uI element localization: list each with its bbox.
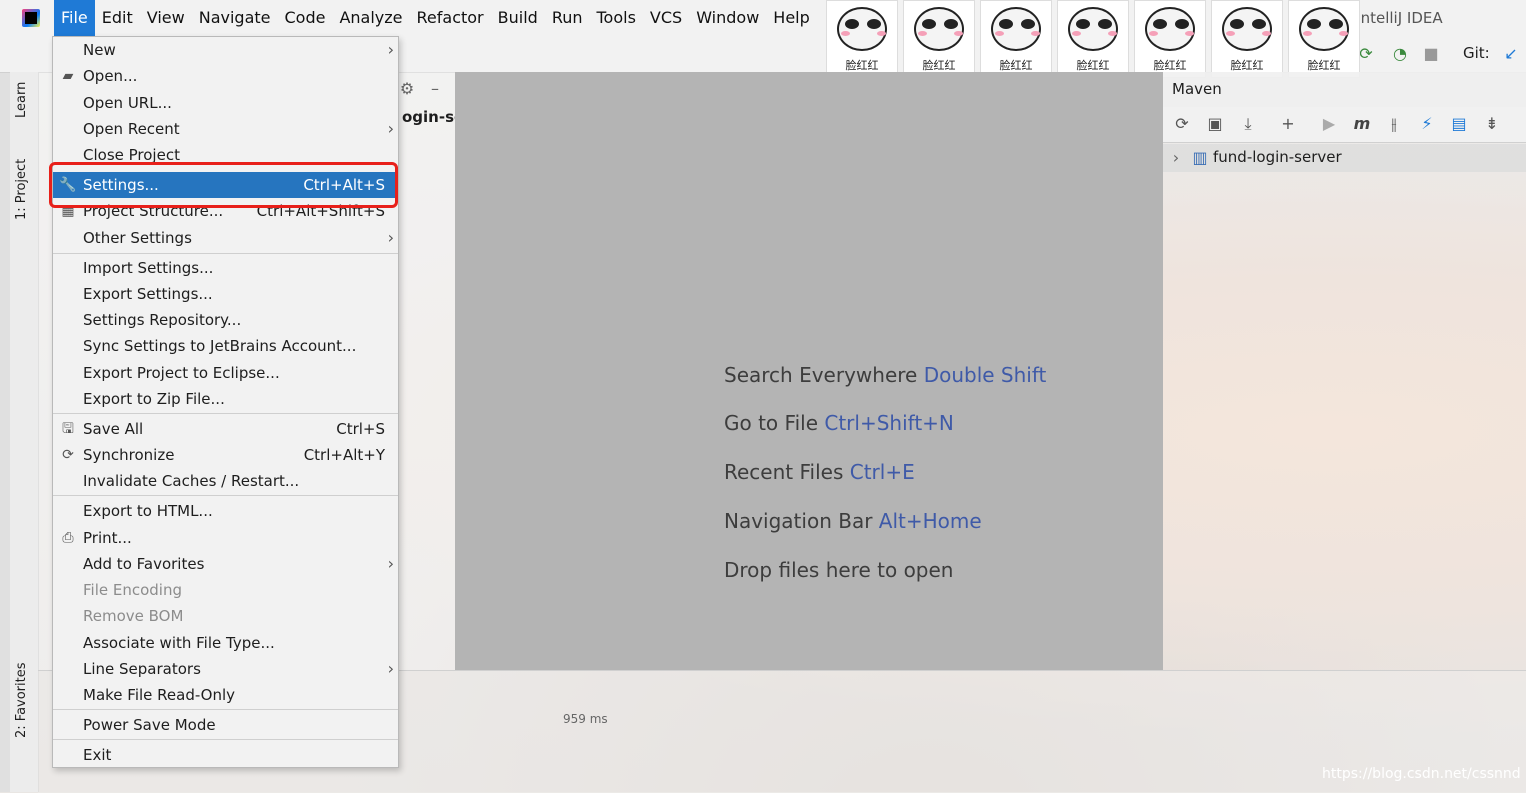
menu-edit[interactable]: Edit [95,0,140,36]
menu-item-export-settings[interactable]: Export Settings... [53,281,398,307]
menu-item-associate-file-type[interactable]: Associate with File Type... [53,630,398,656]
printer-icon: ⎙ [62,530,74,546]
menu-item-power-save[interactable]: Power Save Mode [53,712,398,738]
left-tool-strip: Learn 1: Project 2: Favorites [10,72,39,792]
chevron-right-icon: › [387,659,394,678]
hint-recent-files: Recent Files Ctrl+E [724,460,915,484]
menu-separator [53,709,398,710]
menu-item-open[interactable]: ▰ Open... [53,63,398,89]
git-label: Git: [1463,44,1490,62]
menu-help[interactable]: Help [766,0,816,36]
menu-separator [53,739,398,740]
menu-analyze[interactable]: Analyze [332,0,409,36]
chevron-right-icon: › [387,40,394,59]
menu-vcs[interactable]: VCS [643,0,689,36]
chevron-right-icon: › [387,554,394,573]
maven-title: Maven [1172,80,1222,98]
folder-icon: ▰ [62,68,74,84]
hint-go-to-file: Go to File Ctrl+Shift+N [724,411,954,435]
editor-empty-area[interactable]: Search Everywhere Double Shift Go to Fil… [455,72,1163,670]
menu-item-settings-repository[interactable]: Settings Repository... [53,307,398,333]
skip-tests-icon[interactable]: ⚡ [1418,115,1436,133]
sync-icon: ⟳ [62,447,74,463]
maven-goal-icon[interactable]: m [1353,115,1371,133]
file-menu-dropdown: New › ▰ Open... Open URL... Open Recent › C… [52,36,399,768]
menu-item-remove-bom: Remove BOM [83,607,184,625]
maven-header: Maven [1163,72,1526,107]
chevron-right-icon: › [387,228,394,247]
profiler-icon[interactable]: ◔ [1391,45,1409,63]
reload-icon[interactable]: ⟳ [1173,115,1191,133]
menu-item-exit[interactable]: Exit [53,742,398,768]
menu-item-open-url[interactable]: Open URL... [53,90,398,116]
stop-icon[interactable]: ■ [1422,45,1440,63]
collapse-all-icon[interactable]: ⇟ [1483,115,1501,133]
watermark: https://blog.csdn.net/cssnnd [1322,766,1521,782]
tab-project[interactable]: 1: Project [14,159,29,220]
gear-icon[interactable]: ⚙ [398,80,416,98]
menu-item-line-separators[interactable]: Line Separators › [53,656,398,682]
tab-learn[interactable]: Learn [14,82,29,118]
panda-sticker: 脸红红 [1134,0,1206,78]
hint-navigation-bar: Navigation Bar Alt+Home [724,509,982,533]
menu-item-file-encoding: File Encoding [83,581,182,599]
git-update-icon[interactable]: ↙ [1502,45,1520,63]
save-icon: 🖫 [62,421,74,437]
menu-separator [53,253,398,254]
menu-window[interactable]: Window [689,0,766,36]
menu-build[interactable]: Build [491,0,545,36]
menu-file[interactable]: File [54,0,95,36]
menu-item-import-settings[interactable]: Import Settings... [53,255,398,281]
run-icon[interactable]: ▶ [1320,115,1338,133]
menu-item-export-html[interactable]: Export to HTML... [53,498,398,524]
menu-view[interactable]: View [140,0,192,36]
maven-panel: Maven ⟳ ▣ ⤓ + ▶ m ⫲ ⚡ ▤ ⇟ › ▥ fund-login… [1163,72,1526,670]
menu-code[interactable]: Code [278,0,333,36]
panda-sticker: 脸红红 [1211,0,1283,78]
hint-drop-files: Drop files here to open [724,558,954,582]
menu-tools[interactable]: Tools [590,0,643,36]
panda-sticker: 脸红红 [826,0,898,78]
settings-highlight-annotation [49,162,398,208]
maven-toolbar: ⟳ ▣ ⤓ + ▶ m ⫲ ⚡ ▤ ⇟ [1163,106,1526,143]
tab-favorites[interactable]: 2: Favorites [14,662,29,738]
menu-item-invalidate-caches[interactable]: Invalidate Caches / Restart... [53,468,398,494]
sticker-strip: 脸红红 脸红红 脸红红 脸红红 脸红红 脸红红 脸红红 [826,0,1365,78]
menu-refactor[interactable]: Refactor [410,0,491,36]
show-dependencies-icon[interactable]: ▤ [1450,115,1468,133]
toggle-offline-icon[interactable]: ⫲ [1385,115,1403,133]
generate-sources-icon[interactable]: ▣ [1206,115,1224,133]
panda-sticker: 脸红红 [1057,0,1129,78]
add-icon[interactable]: + [1279,115,1297,133]
chevron-right-icon: › [387,119,394,138]
maven-project-row[interactable]: › ▥ fund-login-server [1163,144,1526,172]
build-timing: 959 ms [563,712,608,726]
menu-item-read-only[interactable]: Make File Read-Only [53,682,398,708]
menu-separator [53,495,398,496]
menu-navigate[interactable]: Navigate [192,0,278,36]
menu-item-add-favorites[interactable]: Add to Favorites › [53,551,398,577]
menu-item-open-recent[interactable]: Open Recent › [53,116,398,142]
panda-sticker: 脸红红 [903,0,975,78]
menu-item-sync-settings[interactable]: Sync Settings to JetBrains Account... [53,333,398,359]
maven-module-icon: ▥ [1192,148,1208,167]
panda-sticker: 脸红红 [980,0,1052,78]
menu-item-synchronize[interactable]: ⟳ Synchronize Ctrl+Alt+Y [53,442,398,468]
menu-item-save-all[interactable]: 🖫 Save All Ctrl+S [53,416,398,442]
menu-run[interactable]: Run [545,0,590,36]
hint-search-everywhere: Search Everywhere Double Shift [724,363,1047,387]
window-left-edge [0,0,10,792]
download-icon[interactable]: ⤓ [1239,115,1257,133]
menu-item-print[interactable]: ⎙ Print... [53,525,398,551]
menu-item-other-settings[interactable]: Other Settings › [53,225,398,251]
menu-item-new[interactable]: New › [53,37,398,63]
maven-project-name: fund-login-server [1213,148,1342,166]
chevron-right-icon[interactable]: › [1167,149,1185,167]
menu-separator [53,413,398,414]
menu-item-export-eclipse[interactable]: Export Project to Eclipse... [53,360,398,386]
menu-item-export-zip[interactable]: Export to Zip File... [53,386,398,412]
panda-sticker: 脸红红 [1288,0,1360,78]
minimize-icon[interactable]: – [426,80,444,98]
intellij-logo-icon [22,9,40,27]
